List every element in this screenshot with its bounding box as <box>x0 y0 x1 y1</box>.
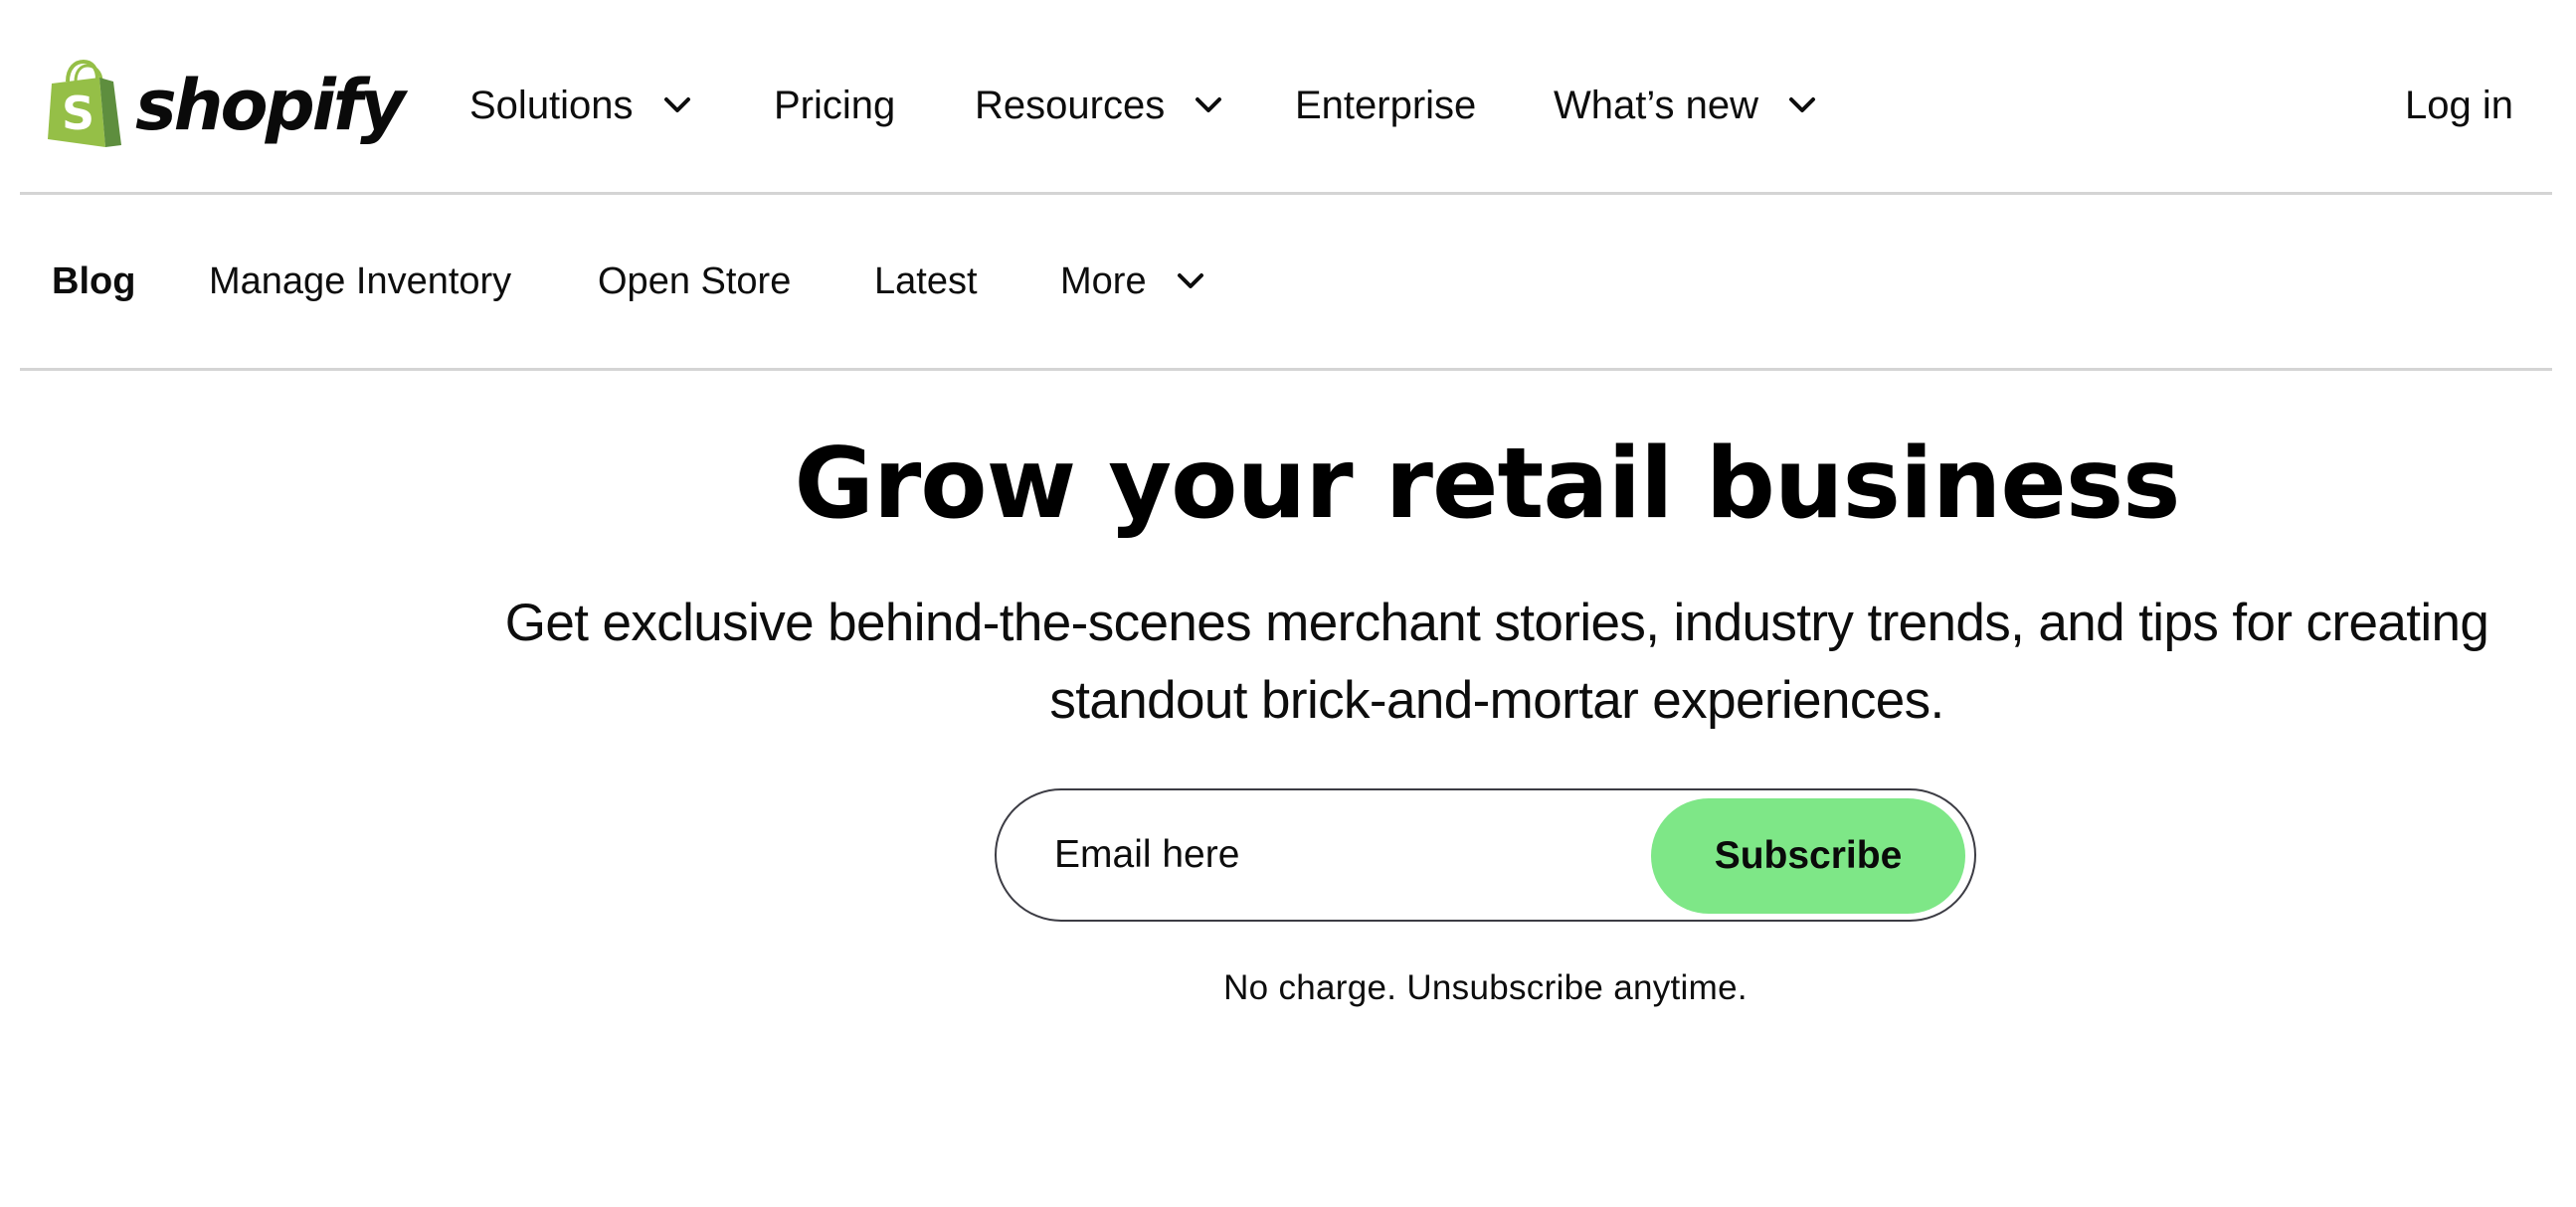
subscribe-disclaimer: No charge. Unsubscribe anytime. <box>1223 968 1748 1007</box>
subnav-open-store-label: Open Store <box>598 260 792 302</box>
nav-pricing-label: Pricing <box>774 84 896 127</box>
subnav-manage-inventory-label: Manage Inventory <box>209 260 512 302</box>
svg-text:S: S <box>62 86 94 140</box>
newsletter-form: Subscribe <box>995 788 1976 922</box>
chevron-down-icon <box>663 96 691 114</box>
login-label: Log in <box>2405 84 2513 127</box>
nav-solutions-label: Solutions <box>469 84 634 127</box>
subnav-manage-inventory[interactable]: Manage Inventory <box>209 254 511 309</box>
chevron-down-icon <box>1177 272 1204 290</box>
chevron-down-icon <box>1195 96 1222 114</box>
subnav-latest-label: Latest <box>874 260 978 302</box>
subnav-more[interactable]: More <box>1060 254 1204 309</box>
nav-whats-new-label: What’s new <box>1554 84 1759 127</box>
email-input[interactable] <box>1054 820 1631 890</box>
subnav-open-store[interactable]: Open Store <box>598 254 791 309</box>
nav-whats-new[interactable]: What’s new <box>1554 78 1816 133</box>
shopping-bag-icon: S <box>48 59 123 149</box>
sub-nav-divider <box>20 368 2552 371</box>
top-nav-divider <box>20 192 2552 195</box>
nav-solutions[interactable]: Solutions <box>469 78 691 133</box>
subscribe-button[interactable]: Subscribe <box>1651 798 1965 914</box>
nav-resources[interactable]: Resources <box>975 78 1222 133</box>
page-title: Grow your retail business <box>794 428 2181 541</box>
subnav-more-label: More <box>1060 260 1147 302</box>
nav-enterprise-label: Enterprise <box>1295 84 1477 127</box>
login-link[interactable]: Log in <box>2405 78 2513 133</box>
nav-enterprise[interactable]: Enterprise <box>1295 78 1476 133</box>
shopify-logo-link[interactable]: S shopify <box>48 59 406 151</box>
subnav-latest[interactable]: Latest <box>874 254 978 309</box>
nav-pricing[interactable]: Pricing <box>774 78 895 133</box>
subnav-blog[interactable]: Blog <box>52 254 135 309</box>
hero-subtitle: Get exclusive behind-the-scenes merchant… <box>504 594 2489 730</box>
chevron-down-icon <box>1788 96 1816 114</box>
shopify-wordmark: shopify <box>135 65 406 146</box>
subnav-blog-label: Blog <box>52 260 136 302</box>
nav-resources-label: Resources <box>975 84 1166 127</box>
